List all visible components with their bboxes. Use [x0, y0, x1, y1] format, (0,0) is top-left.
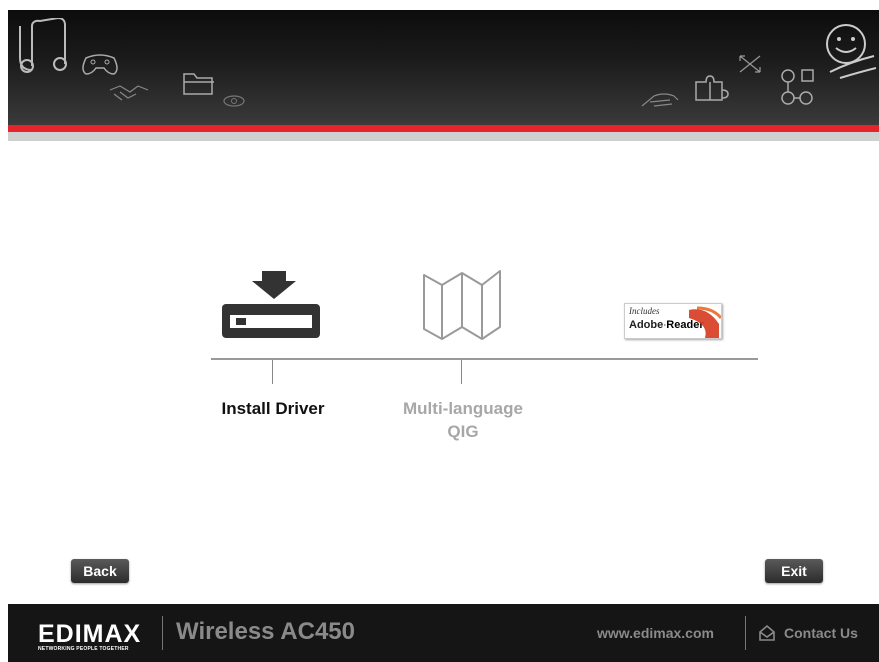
adobe-brand-text: Adobe	[629, 319, 664, 331]
gamepad-icon	[80, 52, 120, 76]
website-link[interactable]: www.edimax.com	[597, 625, 714, 641]
adobe-swoosh-icon	[689, 306, 721, 338]
left-border	[0, 0, 8, 662]
music-note-icon	[18, 18, 68, 76]
options-divider	[211, 358, 758, 360]
footer-separator-2	[745, 616, 746, 650]
smiley-icon	[820, 22, 876, 82]
install-driver-tick	[272, 360, 273, 384]
qig-option[interactable]	[420, 267, 504, 343]
qig-label-line1[interactable]: Multi-language	[373, 398, 553, 419]
hand-icon	[640, 90, 680, 110]
exit-button[interactable]: Exit	[765, 559, 823, 583]
puzzle-icon	[692, 72, 732, 106]
adobe-includes-text: Includes	[629, 306, 660, 316]
contact-us-label: Contact Us	[784, 625, 858, 641]
qig-label-line2[interactable]: QIG	[373, 421, 553, 442]
top-strip	[0, 0, 879, 10]
install-driver-option[interactable]	[218, 271, 328, 341]
accent-grey-bar	[8, 132, 879, 141]
download-drive-icon	[222, 271, 320, 338]
handshake-icon	[108, 82, 150, 102]
arrows-icon	[736, 52, 764, 76]
edimax-logo[interactable]: EDIMAX NETWORKING PEOPLE TOGETHER	[38, 620, 142, 653]
folder-icon	[182, 70, 216, 98]
header-banner	[8, 10, 879, 125]
eye-icon	[222, 94, 246, 108]
back-button[interactable]: Back	[71, 559, 129, 583]
product-name: Wireless AC450	[176, 618, 355, 645]
edimax-logo-text: EDIMAX	[38, 620, 142, 648]
footer-bar: EDIMAX NETWORKING PEOPLE TOGETHER Wirele…	[8, 604, 879, 662]
install-driver-label[interactable]: Install Driver	[183, 398, 363, 419]
qig-tick	[461, 360, 462, 384]
adobe-reader-badge[interactable]: Includes Adobe∙Reader	[624, 303, 722, 339]
main-panel: Includes Adobe∙Reader Install Driver Mul…	[8, 141, 879, 604]
edimax-tagline: NETWORKING PEOPLE TOGETHER	[38, 646, 129, 652]
accent-red-bar	[8, 125, 879, 132]
map-icon	[423, 270, 501, 340]
footer-separator-1	[162, 616, 163, 650]
contact-mail-icon	[759, 624, 775, 641]
network-nodes-icon	[778, 66, 818, 110]
installer-window: Includes Adobe∙Reader Install Driver Mul…	[0, 0, 879, 662]
contact-us-link[interactable]: Contact Us	[758, 622, 858, 644]
